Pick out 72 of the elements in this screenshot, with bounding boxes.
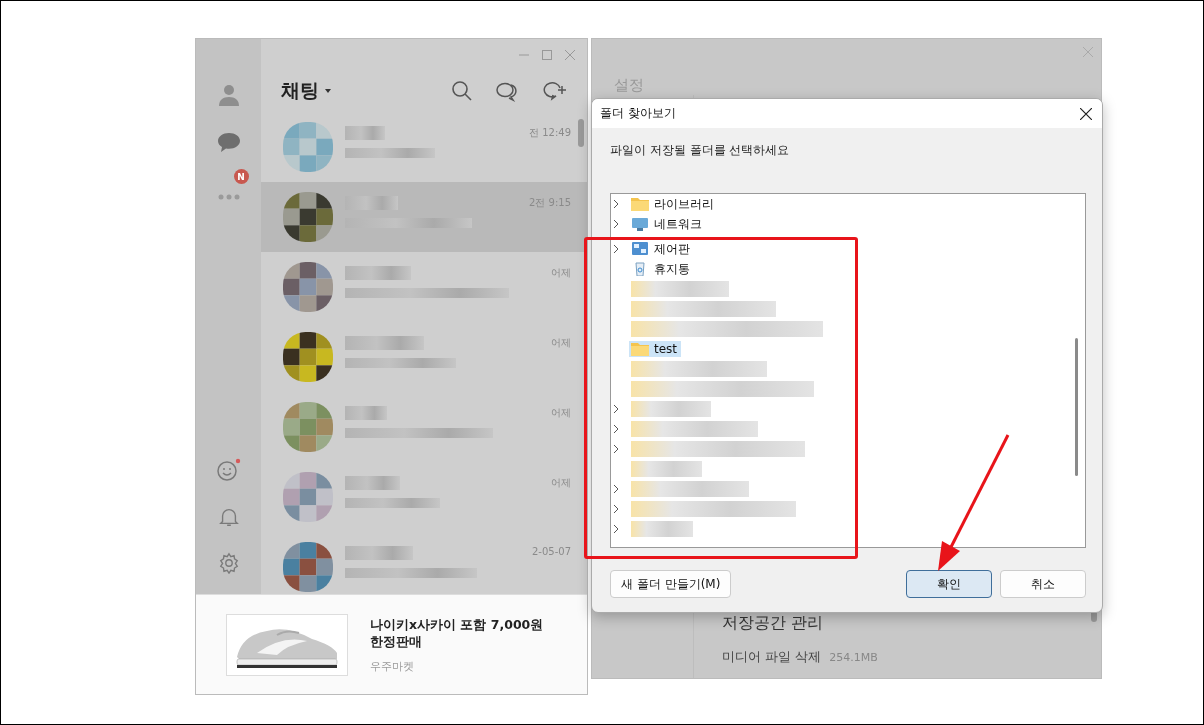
setting-label[interactable]: 미디어 파일 삭제 — [722, 648, 822, 666]
settings-icon[interactable] — [217, 552, 240, 574]
chat-bubble-icon[interactable] — [216, 131, 241, 155]
chevron-icon[interactable] — [613, 219, 619, 229]
blurred-avatar — [283, 192, 333, 242]
tree-item[interactable]: 네트워크 — [629, 214, 706, 234]
chat-title[interactable]: 채팅 — [281, 78, 319, 104]
bell-icon[interactable] — [217, 506, 240, 528]
tree-item[interactable] — [629, 460, 705, 478]
dialog-button[interactable]: 확인 — [906, 570, 992, 598]
chat-time: 어제 — [551, 266, 571, 280]
ad-title[interactable]: 나이키x사카이 포함 7,000원 한정판매 — [370, 615, 557, 651]
blurred-folder — [631, 521, 693, 537]
dialog-prompt: 파일이 저장될 폴더를 선택하세요 — [610, 142, 791, 159]
emoticon-icon[interactable] — [215, 458, 242, 482]
blurred-name — [345, 406, 387, 420]
folder-name: 제어판 — [653, 240, 691, 258]
blurred-avatar — [283, 402, 333, 452]
chat-time: 어제 — [551, 336, 571, 350]
tree-item[interactable]: 라이브러리 — [629, 194, 718, 214]
new-chat-icon[interactable] — [543, 80, 567, 102]
chat-time: 2-05-07 — [531, 545, 571, 557]
folder-name: test — [653, 342, 679, 356]
chevron-icon[interactable] — [613, 524, 619, 534]
folder-icon — [631, 197, 649, 211]
tree-item[interactable] — [629, 520, 696, 538]
tree-item[interactable]: test — [629, 341, 682, 357]
person-icon[interactable] — [216, 83, 241, 107]
scrollbar-thumb[interactable] — [578, 119, 584, 147]
folder-name: 휴지통 — [653, 260, 691, 278]
blurred-avatar — [283, 122, 333, 172]
blurred-name — [345, 546, 413, 560]
blurred-avatar — [283, 542, 333, 592]
chevron-icon[interactable] — [613, 444, 619, 454]
chevron-icon[interactable] — [613, 244, 619, 254]
more-icon[interactable] — [217, 194, 240, 200]
dialog-button[interactable]: 새 폴더 만들기(M) — [610, 570, 732, 598]
storage-size: 254.1MB — [829, 651, 878, 664]
control-panel-icon — [631, 242, 649, 256]
folder-name: 라이브러리 — [653, 195, 715, 213]
blurred-folder — [631, 461, 702, 477]
network-icon — [631, 217, 649, 231]
chevron-icon[interactable] — [613, 504, 619, 514]
blurred-avatar — [283, 332, 333, 382]
folder-name: 네트워크 — [653, 215, 703, 233]
blurred-avatar — [283, 472, 333, 522]
chevron-icon[interactable] — [613, 404, 619, 414]
chat-time: 어제 — [551, 406, 571, 420]
scrollbar-thumb[interactable] — [1075, 338, 1078, 476]
blurred-name — [345, 476, 400, 490]
close-icon[interactable] — [1080, 107, 1092, 120]
ad-banner[interactable]: 나이키x사카이 포함 7,000원 한정판매 우주마켓 — [196, 594, 587, 694]
chevron-icon[interactable] — [613, 484, 619, 494]
caret-icon[interactable] — [325, 89, 331, 93]
maximize-icon[interactable] — [542, 50, 552, 60]
tree-item[interactable]: 제어판 — [629, 239, 694, 259]
search-icon[interactable] — [451, 80, 473, 102]
dialog-button[interactable]: 취소 — [1000, 570, 1086, 598]
dialog-title: 폴더 찾아보기 — [600, 105, 676, 122]
chat-time: 전 12:49 — [529, 126, 571, 140]
chevron-icon[interactable] — [613, 424, 619, 434]
chat-time: 어제 — [551, 476, 571, 490]
section-heading: 저장공간 관리 — [722, 613, 825, 634]
blurred-name — [345, 126, 385, 140]
ad-source: 우주마켓 — [370, 658, 415, 674]
folder-icon — [631, 342, 649, 356]
blurred-name — [345, 196, 398, 210]
chevron-icon[interactable] — [613, 199, 619, 209]
notification-badge: N — [233, 169, 249, 184]
tree-item[interactable]: 휴지통 — [629, 259, 694, 279]
blurred-avatar — [283, 262, 333, 312]
blurred-name — [345, 266, 411, 280]
